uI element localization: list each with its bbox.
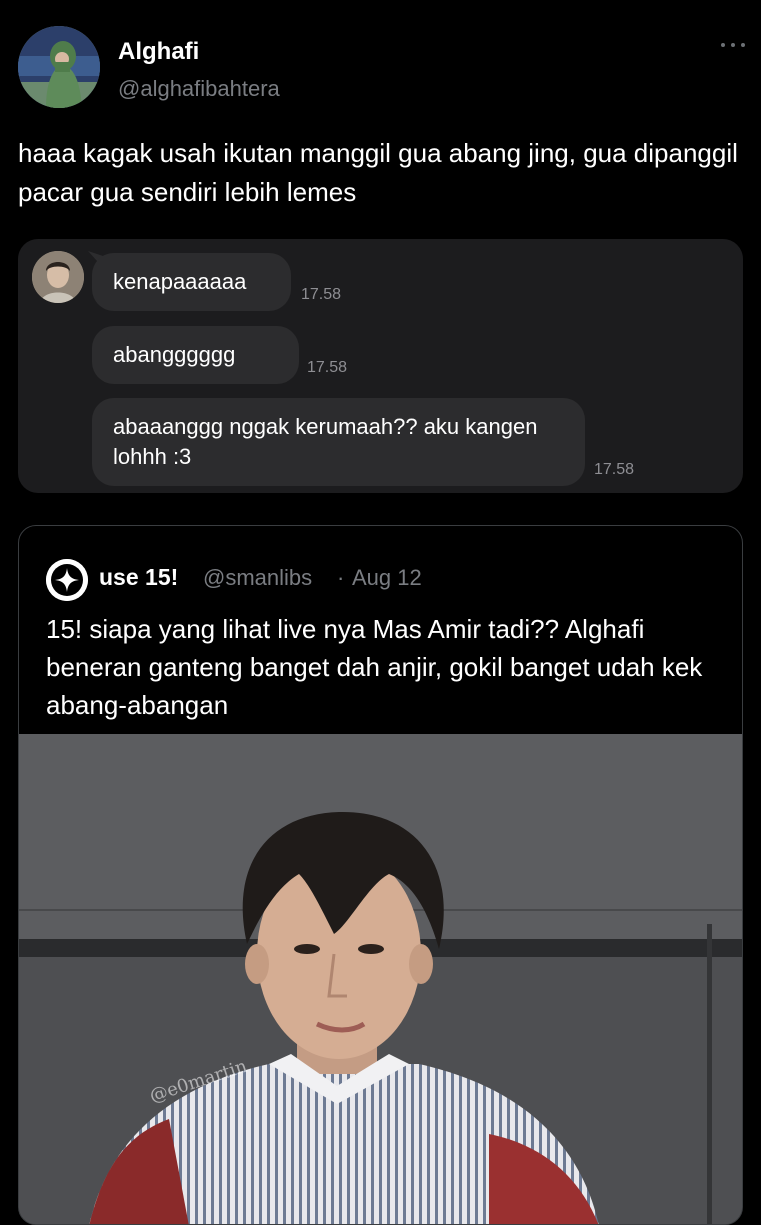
chat-screenshot[interactable]: kenapaaaaaa 17.58 abangggggg 17.58 abaaa…	[18, 239, 743, 493]
chat-timestamp: 17.58	[594, 461, 635, 478]
quoted-tweet[interactable]: use 15! @smanlibs · Aug 12 15! siapa yan…	[18, 525, 743, 1225]
avatar-photo	[18, 26, 100, 108]
chat-contact-avatar	[32, 251, 84, 303]
quote-photo[interactable]: @e0martin	[19, 734, 742, 1224]
quote-text: 15! siapa yang lihat live nya Mas Amir t…	[46, 614, 703, 720]
chat-bubble: abaaanggg nggak kerumaah?? aku kangen lo…	[92, 398, 585, 486]
chat-message-text: kenapaaaaaa	[113, 269, 247, 294]
quote-date[interactable]: Aug 12	[352, 565, 422, 591]
chat-timestamp: 17.58	[301, 286, 342, 303]
author-handle[interactable]: @alghafibahtera	[118, 76, 280, 102]
chat-bubble: kenapaaaaaa	[92, 253, 291, 311]
tweet-text: haaa kagak usah ikutan manggil gua abang…	[18, 138, 738, 207]
chat-message-text: abaaanggg nggak kerumaah?? aku kangen lo…	[113, 414, 538, 469]
portrait-photo	[19, 734, 742, 1224]
chat-timestamp: 17.58	[307, 359, 348, 376]
quote-author-name[interactable]: use 15!	[99, 564, 178, 591]
quote-author-handle[interactable]: @smanlibs	[203, 565, 312, 591]
author-avatar[interactable]	[18, 26, 100, 108]
sparkle-icon	[46, 559, 88, 601]
author-name[interactable]: Alghafi	[118, 38, 199, 66]
chat-bubble: abangggggg	[92, 326, 299, 384]
meta-separator: ·	[337, 565, 345, 590]
quote-avatar	[46, 559, 88, 601]
chat-message-text: abangggggg	[113, 342, 236, 367]
more-horizontal-icon[interactable]	[721, 40, 745, 50]
